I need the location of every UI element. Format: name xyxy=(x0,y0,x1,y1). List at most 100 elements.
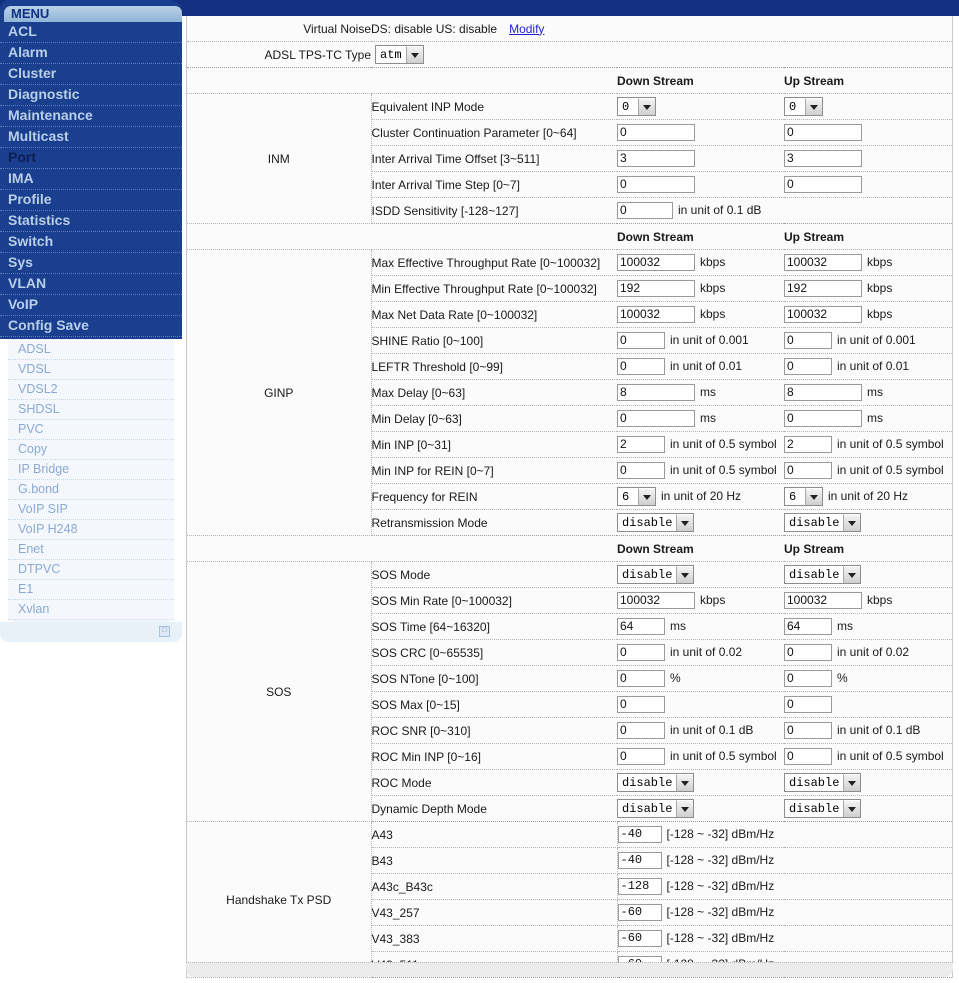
upstream-select-dynamic-depth-mode[interactable]: disable xyxy=(784,799,862,818)
upstream-input-roc-min-inp-0-16[interactable] xyxy=(784,748,832,765)
submenu-item-enet[interactable]: Enet xyxy=(8,540,174,560)
upstream-input-max-delay-0-63[interactable] xyxy=(784,384,862,401)
isdd-sensitivity-input[interactable] xyxy=(617,202,673,219)
downstream-input-cluster-continuation-parameter-0-64[interactable] xyxy=(617,124,695,141)
upstream-select-retransmission-mode[interactable]: disable xyxy=(784,513,862,532)
upstream-select-frequency-for-rein[interactable]: 6 xyxy=(784,487,823,506)
chevron-down-icon[interactable] xyxy=(676,800,694,817)
upstream-input-min-inp-0-31[interactable] xyxy=(784,436,832,453)
upstream-select-roc-mode[interactable]: disable xyxy=(784,773,862,792)
upstream-input-sos-time-64-16320[interactable] xyxy=(784,618,832,635)
upstream-input-roc-snr-0-310[interactable] xyxy=(784,722,832,739)
sidebar-item-diagnostic[interactable]: Diagnostic xyxy=(0,85,182,106)
downstream-input-min-inp-0-31[interactable] xyxy=(617,436,665,453)
downstream-input-min-effective-throughput-rate-0-100032[interactable] xyxy=(617,280,695,297)
downstream-input-inter-arrival-time-offset-3-511[interactable] xyxy=(617,150,695,167)
sidebar-item-cluster[interactable]: Cluster xyxy=(0,64,182,85)
sidebar-item-multicast[interactable]: Multicast xyxy=(0,127,182,148)
downstream-input-min-delay-0-63[interactable] xyxy=(617,410,695,427)
chevron-down-icon[interactable] xyxy=(676,514,694,531)
sidebar-item-maintenance[interactable]: Maintenance xyxy=(0,106,182,127)
sidebar-item-ima[interactable]: IMA xyxy=(0,169,182,190)
upstream-input-sos-ntone-0-100[interactable] xyxy=(784,670,832,687)
chevron-down-icon[interactable] xyxy=(843,566,861,583)
chevron-down-icon[interactable] xyxy=(638,98,655,115)
chevron-down-icon[interactable] xyxy=(676,566,694,583)
downstream-select-roc-mode[interactable]: disable xyxy=(617,773,695,792)
upstream-select-equivalent-inp-mode[interactable]: 0 xyxy=(784,97,823,116)
sidebar-item-config-save[interactable]: Config Save xyxy=(0,316,182,337)
submenu-item-voip-h248[interactable]: VoIP H248 xyxy=(8,520,174,540)
sidebar-item-port[interactable]: Port xyxy=(0,148,182,169)
sidebar-item-switch[interactable]: Switch xyxy=(0,232,182,253)
resize-handle-icon[interactable]: □ xyxy=(159,626,170,637)
upstream-input-leftr-threshold-0-99[interactable] xyxy=(784,358,832,375)
downstream-input-max-net-data-rate-0-100032[interactable] xyxy=(617,306,695,323)
sidebar-item-acl[interactable]: ACL xyxy=(0,22,182,43)
downstream-input-sos-crc-0-65535[interactable] xyxy=(617,644,665,661)
chevron-down-icon[interactable] xyxy=(843,800,861,817)
submenu-item-voip-sip[interactable]: VoIP SIP xyxy=(8,500,174,520)
upstream-input-sos-min-rate-0-100032[interactable] xyxy=(784,592,862,609)
chevron-down-icon[interactable] xyxy=(638,488,655,505)
upstream-input-sos-crc-0-65535[interactable] xyxy=(784,644,832,661)
sidebar-item-voip[interactable]: VoIP xyxy=(0,295,182,316)
submenu-item-g-bond[interactable]: G.bond xyxy=(8,480,174,500)
upstream-input-max-net-data-rate-0-100032[interactable] xyxy=(784,306,862,323)
chevron-down-icon[interactable] xyxy=(805,488,822,505)
sidebar-item-statistics[interactable]: Statistics xyxy=(0,211,182,232)
upstream-select-sos-mode[interactable]: disable xyxy=(784,565,862,584)
psd-input-a43[interactable] xyxy=(617,826,662,843)
downstream-input-sos-max-0-15[interactable] xyxy=(617,696,665,713)
chevron-down-icon[interactable] xyxy=(676,774,694,791)
sidebar-item-sys[interactable]: Sys xyxy=(0,253,182,274)
submenu-item-ip-bridge[interactable]: IP Bridge xyxy=(8,460,174,480)
downstream-select-sos-mode[interactable]: disable xyxy=(617,565,695,584)
downstream-input-sos-time-64-16320[interactable] xyxy=(617,618,665,635)
sidebar-item-vlan[interactable]: VLAN xyxy=(0,274,182,295)
upstream-input-max-effective-throughput-rate-0-100032[interactable] xyxy=(784,254,862,271)
psd-input-v43-257[interactable] xyxy=(617,904,662,921)
submenu-item-xvlan[interactable]: Xvlan xyxy=(8,600,174,620)
downstream-select-retransmission-mode[interactable]: disable xyxy=(617,513,695,532)
downstream-select-frequency-for-rein[interactable]: 6 xyxy=(617,487,656,506)
upstream-input-shine-ratio-0-100[interactable] xyxy=(784,332,832,349)
upstream-input-min-effective-throughput-rate-0-100032[interactable] xyxy=(784,280,862,297)
submenu-item-adsl[interactable]: ADSL xyxy=(8,340,174,360)
downstream-input-sos-min-rate-0-100032[interactable] xyxy=(617,592,695,609)
upstream-input-cluster-continuation-parameter-0-64[interactable] xyxy=(784,124,862,141)
upstream-input-min-inp-for-rein-0-7[interactable] xyxy=(784,462,832,479)
submenu-item-copy[interactable]: Copy xyxy=(8,440,174,460)
upstream-input-inter-arrival-time-offset-3-511[interactable] xyxy=(784,150,862,167)
chevron-down-icon[interactable] xyxy=(843,514,861,531)
psd-input-a43c-b43c[interactable] xyxy=(617,878,662,895)
chevron-down-icon[interactable] xyxy=(405,46,423,63)
downstream-input-inter-arrival-time-step-0-7[interactable] xyxy=(617,176,695,193)
chevron-down-icon[interactable] xyxy=(843,774,861,791)
downstream-input-min-inp-for-rein-0-7[interactable] xyxy=(617,462,665,479)
downstream-input-max-delay-0-63[interactable] xyxy=(617,384,695,401)
submenu-item-vdsl[interactable]: VDSL xyxy=(8,360,174,380)
downstream-input-shine-ratio-0-100[interactable] xyxy=(617,332,665,349)
submenu-item-e1[interactable]: E1 xyxy=(8,580,174,600)
submenu-item-pvc[interactable]: PVC xyxy=(8,420,174,440)
psd-input-b43[interactable] xyxy=(617,852,662,869)
downstream-select-equivalent-inp-mode[interactable]: 0 xyxy=(617,97,656,116)
tpstc-select[interactable]: atm xyxy=(375,45,424,64)
upstream-input-min-delay-0-63[interactable] xyxy=(784,410,862,427)
upstream-input-inter-arrival-time-step-0-7[interactable] xyxy=(784,176,862,193)
downstream-select-dynamic-depth-mode[interactable]: disable xyxy=(617,799,695,818)
downstream-input-roc-snr-0-310[interactable] xyxy=(617,722,665,739)
sidebar-item-alarm[interactable]: Alarm xyxy=(0,43,182,64)
downstream-input-max-effective-throughput-rate-0-100032[interactable] xyxy=(617,254,695,271)
submenu-item-shdsl[interactable]: SHDSL xyxy=(8,400,174,420)
submenu-item-dtpvc[interactable]: DTPVC xyxy=(8,560,174,580)
modify-link[interactable]: Modify xyxy=(497,22,544,36)
downstream-input-roc-min-inp-0-16[interactable] xyxy=(617,748,665,765)
psd-input-v43-383[interactable] xyxy=(617,930,662,947)
downstream-input-leftr-threshold-0-99[interactable] xyxy=(617,358,665,375)
submenu-item-vdsl2[interactable]: VDSL2 xyxy=(8,380,174,400)
sidebar-item-profile[interactable]: Profile xyxy=(0,190,182,211)
chevron-down-icon[interactable] xyxy=(805,98,822,115)
downstream-input-sos-ntone-0-100[interactable] xyxy=(617,670,665,687)
